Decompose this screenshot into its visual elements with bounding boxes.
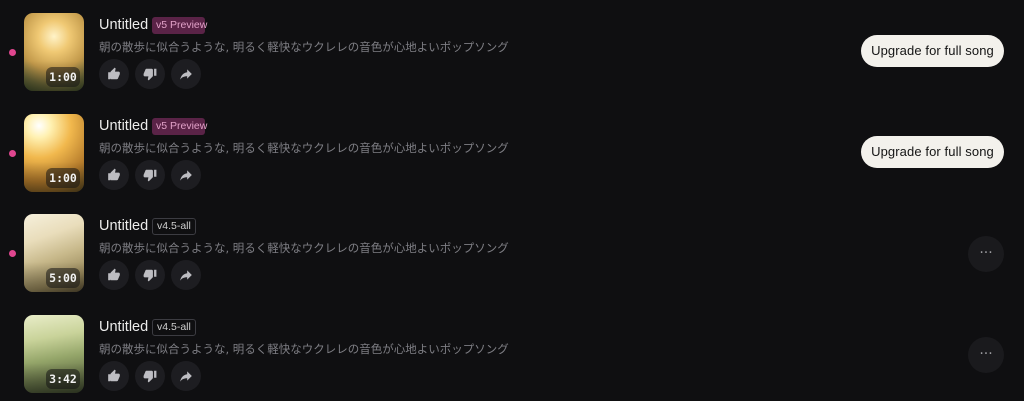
share-arrow-icon <box>180 170 192 181</box>
upgrade-for-full-song-button[interactable]: Upgrade for full song <box>861 35 1004 67</box>
song-title[interactable]: Untitled <box>99 218 148 234</box>
thumbs-up-icon <box>108 67 120 80</box>
more-horizontal-icon: ··· <box>979 346 993 362</box>
more-options-button[interactable]: ··· <box>968 236 1004 272</box>
dislike-button[interactable] <box>135 361 165 391</box>
upgrade-for-full-song-button[interactable]: Upgrade for full song <box>861 136 1004 168</box>
like-button[interactable] <box>99 59 129 89</box>
song-list: 1:00 Untitled v5 Preview 朝の散歩に似合うような, 明る… <box>0 0 1024 401</box>
thumbs-up-icon <box>108 369 120 382</box>
version-badge: v4.5-all <box>152 319 196 336</box>
song-title[interactable]: Untitled <box>99 17 148 33</box>
share-arrow-icon <box>180 371 192 382</box>
thumbs-down-icon <box>143 169 157 182</box>
thumbs-down-icon <box>143 370 157 383</box>
like-button[interactable] <box>99 260 129 290</box>
song-row[interactable]: 3:42 Untitled v4.5-all 朝の散歩に似合うような, 明るく軽… <box>0 315 1024 401</box>
like-button[interactable] <box>99 361 129 391</box>
more-options-button[interactable]: ··· <box>968 337 1004 373</box>
more-horizontal-icon: ··· <box>979 245 993 261</box>
thumbs-up-icon <box>108 168 120 181</box>
song-title[interactable]: Untitled <box>99 319 148 335</box>
song-title[interactable]: Untitled <box>99 118 148 134</box>
share-button[interactable] <box>171 59 201 89</box>
dislike-button[interactable] <box>135 160 165 190</box>
song-description: 朝の散歩に似合うような, 明るく軽快なウクレレの音色が心地よいポップソング <box>99 40 509 54</box>
duration-badge: 5:00 <box>46 268 80 288</box>
like-button[interactable] <box>99 160 129 190</box>
version-badge: v5 Preview <box>152 17 207 34</box>
song-row[interactable]: 1:00 Untitled v5 Preview 朝の散歩に似合うような, 明る… <box>0 114 1024 214</box>
share-arrow-icon <box>180 270 192 281</box>
duration-badge: 1:00 <box>46 168 80 188</box>
song-row[interactable]: 5:00 Untitled v4.5-all 朝の散歩に似合うような, 明るく軽… <box>0 214 1024 314</box>
thumbs-down-icon <box>143 269 157 282</box>
unread-dot <box>9 250 16 257</box>
version-badge: v5 Preview <box>152 118 207 135</box>
duration-badge: 1:00 <box>46 67 80 87</box>
duration-badge: 3:42 <box>46 369 80 389</box>
song-description: 朝の散歩に似合うような, 明るく軽快なウクレレの音色が心地よいポップソング <box>99 342 509 356</box>
share-button[interactable] <box>171 160 201 190</box>
share-arrow-icon <box>180 69 192 80</box>
thumbs-up-icon <box>108 268 120 281</box>
share-button[interactable] <box>171 361 201 391</box>
dislike-button[interactable] <box>135 260 165 290</box>
thumbs-down-icon <box>143 68 157 81</box>
share-button[interactable] <box>171 260 201 290</box>
song-description: 朝の散歩に似合うような, 明るく軽快なウクレレの音色が心地よいポップソング <box>99 141 509 155</box>
unread-dot <box>9 49 16 56</box>
song-row[interactable]: 1:00 Untitled v5 Preview 朝の散歩に似合うような, 明る… <box>0 13 1024 113</box>
version-badge: v4.5-all <box>152 218 196 235</box>
song-description: 朝の散歩に似合うような, 明るく軽快なウクレレの音色が心地よいポップソング <box>99 241 509 255</box>
dislike-button[interactable] <box>135 59 165 89</box>
unread-dot <box>9 150 16 157</box>
